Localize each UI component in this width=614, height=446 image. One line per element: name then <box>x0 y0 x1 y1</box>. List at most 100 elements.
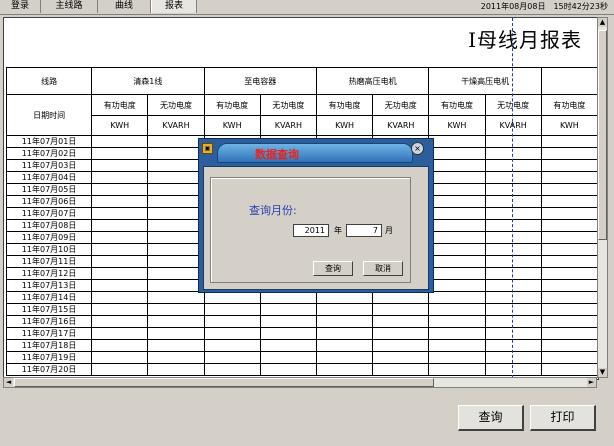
unit-kwh: KWH <box>203 115 261 136</box>
date-cell: 11年07月10日 <box>5 243 93 256</box>
vertical-scrollbar[interactable]: ▲ ▼ <box>597 17 608 378</box>
value-cell <box>372 315 430 328</box>
value-cell <box>540 231 598 244</box>
value-cell <box>428 327 486 340</box>
active-power-header: 有功电度 <box>203 94 261 116</box>
value-cell <box>91 363 149 376</box>
value-cell <box>484 243 542 256</box>
value-cell <box>203 291 261 304</box>
vertical-scroll-thumb[interactable] <box>598 30 607 240</box>
value-cell <box>315 291 374 304</box>
value-cell <box>147 315 205 328</box>
power-header-row: 日期时间 有功电度 无功电度 有功电度 无功电度 有功电度 无功电度 有功电度 … <box>5 94 598 136</box>
active-power-header: 有功电度 <box>540 94 598 116</box>
dialog-cancel-button[interactable]: 取消 <box>363 261 403 276</box>
value-cell <box>91 315 149 328</box>
date-cell: 11年07月06日 <box>5 195 93 208</box>
query-month-label: 查询月份: <box>249 204 297 217</box>
month-input[interactable]: 7 <box>346 224 382 237</box>
value-cell <box>91 339 149 352</box>
value-cell <box>259 291 317 304</box>
tab-main-line[interactable]: 主线路 <box>41 0 98 13</box>
value-cell <box>203 303 261 316</box>
value-cell <box>91 219 149 232</box>
value-cell <box>147 291 205 304</box>
date-cell: 11年07月05日 <box>5 183 93 196</box>
value-cell <box>259 315 317 328</box>
value-cell <box>315 315 374 328</box>
value-cell <box>147 279 205 292</box>
value-cell <box>203 315 261 328</box>
value-cell <box>259 351 317 364</box>
date-cell: 11年07月19日 <box>5 351 93 364</box>
value-cell <box>540 255 598 268</box>
cursor-line <box>512 18 513 378</box>
value-cell <box>540 363 598 376</box>
query-button[interactable]: 查询 <box>458 405 524 431</box>
scroll-left-arrow-icon[interactable]: ◄ <box>4 378 13 387</box>
scroll-up-arrow-icon[interactable]: ▲ <box>598 18 607 27</box>
value-cell <box>91 243 149 256</box>
tab-report[interactable]: 报表 <box>151 0 197 13</box>
value-cell <box>540 315 598 328</box>
value-cell <box>428 351 486 364</box>
value-cell <box>147 183 205 196</box>
active-power-header: 有功电度 <box>315 94 374 116</box>
scroll-right-arrow-icon[interactable]: ► <box>587 378 596 387</box>
value-cell <box>428 339 486 352</box>
date-cell: 11年07月02日 <box>5 147 93 160</box>
table-row: 11年07月17日 <box>5 327 598 340</box>
unit-kvarh: KVARH <box>259 115 317 136</box>
value-cell <box>91 255 149 268</box>
close-icon[interactable]: × <box>411 142 424 155</box>
line-header <box>540 67 598 95</box>
value-cell <box>428 147 486 160</box>
year-input[interactable]: 2011 <box>293 224 329 237</box>
value-cell <box>540 267 598 280</box>
active-power-header: 有功电度 <box>91 94 149 116</box>
scroll-down-arrow-icon[interactable]: ▼ <box>598 368 607 377</box>
date-header: 日期时间 <box>5 94 93 136</box>
value-cell <box>484 303 542 316</box>
date-cell: 11年07月07日 <box>5 207 93 220</box>
date-cell: 11年07月08日 <box>5 219 93 232</box>
value-cell <box>91 147 149 160</box>
value-cell <box>484 231 542 244</box>
value-cell <box>91 159 149 172</box>
value-cell <box>372 291 430 304</box>
value-cell <box>484 267 542 280</box>
value-cell <box>91 267 149 280</box>
date-cell: 11年07月12日 <box>5 267 93 280</box>
value-cell <box>147 135 205 148</box>
reactive-power-header: 无功电度 <box>484 94 542 116</box>
table-row: 11年07月18日 <box>5 339 598 352</box>
tab-login[interactable]: 登录 <box>0 0 41 13</box>
value-cell <box>203 327 261 340</box>
value-cell <box>315 363 374 376</box>
value-cell <box>540 171 598 184</box>
horizontal-scrollbar[interactable]: ◄ ► <box>3 377 597 388</box>
app-icon: ▣ <box>202 143 213 154</box>
value-cell <box>484 159 542 172</box>
value-cell <box>147 207 205 220</box>
value-cell <box>484 171 542 184</box>
value-cell <box>91 207 149 220</box>
dialog-title: 数据查询 <box>255 148 299 161</box>
date-cell: 11年07月11日 <box>5 255 93 268</box>
value-cell <box>147 339 205 352</box>
dialog-query-button[interactable]: 查询 <box>313 261 353 276</box>
row-header-label: 线路 <box>5 67 93 95</box>
horizontal-scroll-thumb[interactable] <box>14 378 434 387</box>
value-cell <box>147 159 205 172</box>
value-cell <box>147 267 205 280</box>
date-cell: 11年07月17日 <box>5 327 93 340</box>
value-cell <box>428 363 486 376</box>
print-button[interactable]: 打印 <box>530 405 596 431</box>
value-cell <box>428 267 486 280</box>
value-cell <box>147 147 205 160</box>
value-cell <box>484 195 542 208</box>
tab-curve[interactable]: 曲线 <box>98 0 151 13</box>
date-cell: 11年07月04日 <box>5 171 93 184</box>
line-header-row: 线路 清森1线 至电容器 热磨高压电机 干燥高压电机 <box>5 67 598 95</box>
year-unit: 年 <box>334 226 342 235</box>
